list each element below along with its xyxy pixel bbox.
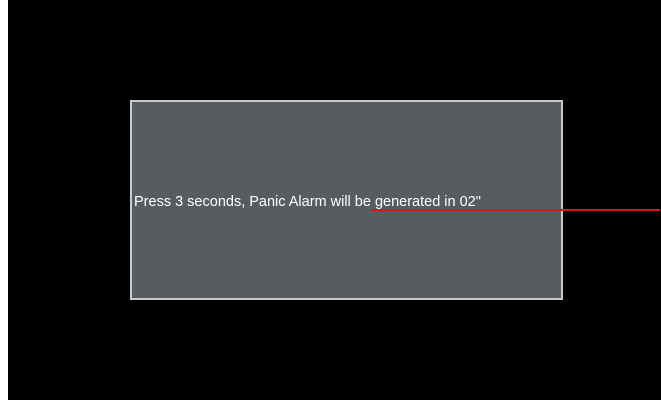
device-screen: Press 3 seconds, Panic Alarm will be gen… bbox=[8, 0, 661, 400]
panic-alarm-dialog: Press 3 seconds, Panic Alarm will be gen… bbox=[130, 100, 563, 300]
panic-alarm-countdown-message: Press 3 seconds, Panic Alarm will be gen… bbox=[134, 194, 481, 210]
callout-line bbox=[371, 209, 660, 211]
